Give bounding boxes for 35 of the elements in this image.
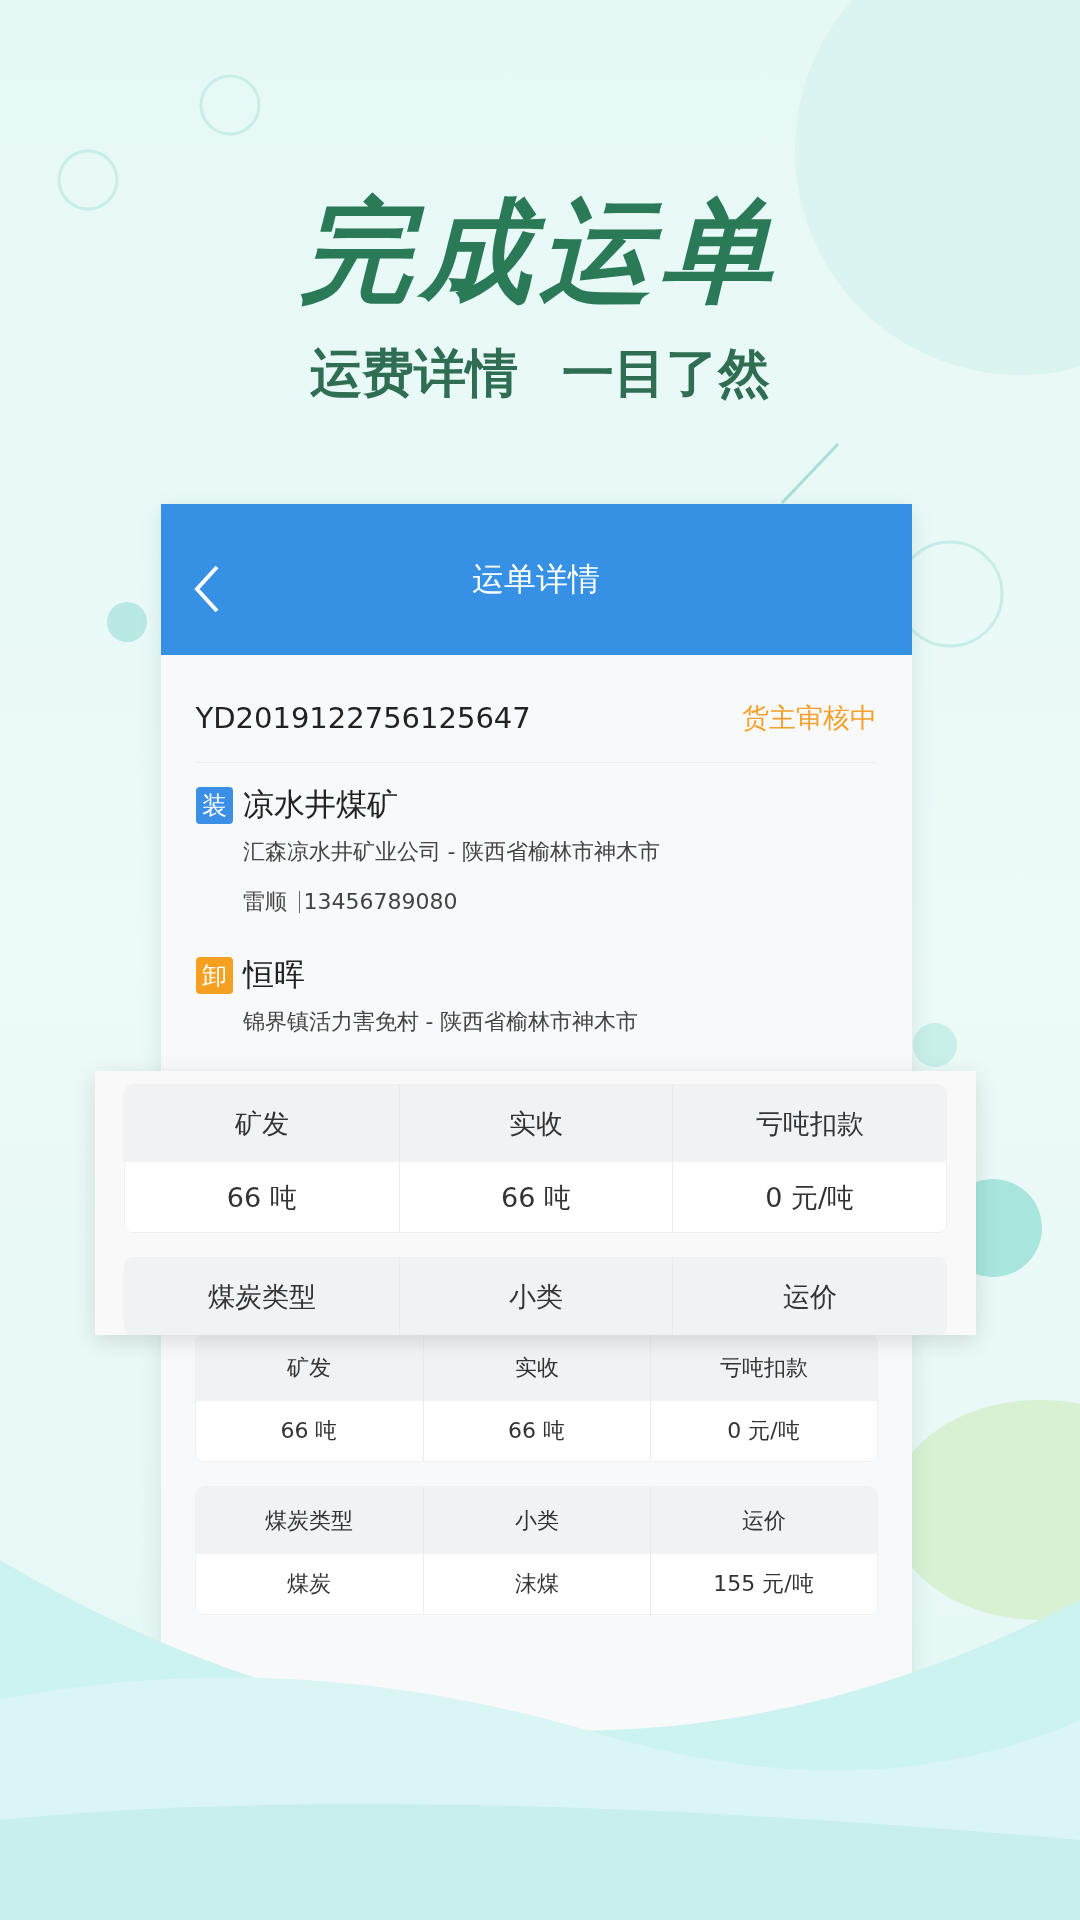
decoration-line (780, 442, 840, 505)
decoration-circle (913, 1023, 957, 1067)
table-cell-text: 66 吨 (225, 1180, 298, 1215)
back-icon (192, 564, 221, 614)
column-header: 煤炭类型 (264, 1506, 354, 1535)
stop-name: 凉水井煤矿 (242, 785, 398, 824)
table-cell: 66 吨 (422, 1401, 650, 1461)
column-header: 矿发 (233, 1106, 290, 1141)
table-cell: 0 元/吨 (649, 1401, 877, 1461)
contact-phone: 13456789080 (298, 891, 458, 913)
decoration-ring (57, 149, 119, 211)
table-cell-text: 66 吨 (279, 1417, 339, 1445)
nav-title: 运单详情 (472, 558, 600, 600)
table-cell: 0 元/吨 (672, 1162, 946, 1233)
table-cell: 沫煤 (422, 1554, 650, 1614)
column-header: 矿发 (286, 1353, 332, 1382)
stop-address: 锦界镇活力害免村 - 陕西省榆林市神木市 (242, 1008, 639, 1036)
subtitle: 运费详情 (310, 342, 518, 405)
stop-badge: 装 (195, 786, 233, 824)
subtitle: 一目了然 (562, 342, 770, 405)
column-header: 运价 (672, 1258, 946, 1335)
contact-name: 雷顺 (242, 888, 287, 916)
column-header: 煤炭类型 (206, 1279, 317, 1314)
decoration-ring (199, 74, 261, 136)
stop-address: 汇森凉水井矿业公司 - 陕西省榆林市神木市 (242, 838, 661, 866)
table-cell: 155 元/吨 (649, 1554, 877, 1614)
headline: 完成运单 (300, 186, 780, 316)
table-cell-text: 煤炭 (286, 1570, 332, 1598)
order-status: 货主审核中 (741, 700, 877, 735)
column-header: 小类 (398, 1258, 673, 1335)
stop-badge: 卸 (195, 956, 233, 994)
table-cell: 66 吨 (398, 1162, 673, 1233)
decoration-circle (107, 602, 147, 642)
stop-name: 恒晖 (242, 955, 305, 994)
order-number: YD2019122756125647 (195, 700, 531, 735)
